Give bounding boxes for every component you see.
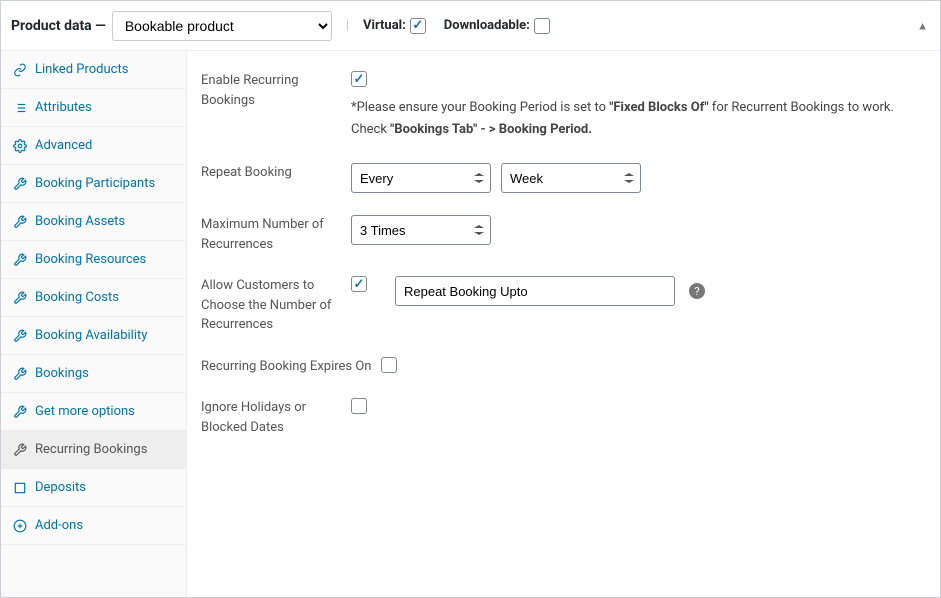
label-allow-choose: Allow Customers to Choose the Number of … [201, 276, 351, 335]
sidebar-item-booking-availability[interactable]: Booking Availability [1, 317, 186, 355]
sidebar-item-label: Booking Availability [35, 328, 147, 343]
panel-body: Linked Products Attributes Advanced Booking… [1, 51, 940, 597]
sidebar-item-label: Bookings [35, 366, 89, 381]
wrench-icon [13, 253, 27, 267]
sidebar-item-add-ons[interactable]: Add-ons [1, 507, 186, 545]
wrench-icon [13, 177, 27, 191]
row-allow-choose: Allow Customers to Choose the Number of … [201, 276, 926, 335]
sidebar-item-booking-costs[interactable]: Booking Costs [1, 279, 186, 317]
sidebar-item-label: Deposits [35, 480, 86, 495]
gear-icon [13, 139, 27, 153]
wrench-icon [13, 291, 27, 305]
ignore-holidays-checkbox[interactable] [351, 398, 367, 414]
sidebar: Linked Products Attributes Advanced Booking… [1, 51, 187, 597]
sidebar-item-attributes[interactable]: Attributes [1, 89, 186, 127]
wrench-icon [13, 405, 27, 419]
separator: | [346, 18, 349, 33]
label-repeat-booking: Repeat Booking [201, 163, 351, 183]
wrench-icon [13, 367, 27, 381]
sidebar-item-label: Booking Assets [35, 214, 125, 229]
row-repeat-booking: Repeat Booking Every Week [201, 163, 926, 193]
sidebar-item-recurring-bookings[interactable]: Recurring Bookings [1, 431, 186, 469]
panel-header: Product data — Bookable product | Virtua… [1, 1, 940, 51]
sidebar-item-bookings[interactable]: Bookings [1, 355, 186, 393]
label-enable-recurring: Enable Recurring Bookings [201, 71, 351, 110]
sidebar-item-label: Booking Costs [35, 290, 119, 305]
repeat-upto-input[interactable] [395, 276, 675, 306]
downloadable-checkbox[interactable] [534, 18, 550, 34]
sidebar-item-label: Attributes [35, 100, 92, 115]
row-ignore-holidays: Ignore Holidays or Blocked Dates [201, 398, 926, 437]
product-data-panel: Product data — Bookable product | Virtua… [0, 0, 941, 598]
label-max-recurrences: Maximum Number of Recurrences [201, 215, 351, 254]
wrench-icon [13, 443, 27, 457]
max-recurrences-select[interactable]: 3 Times [351, 215, 491, 245]
square-icon [13, 481, 27, 495]
main-content: Enable Recurring Bookings *Please ensure… [187, 51, 940, 597]
collapse-icon[interactable]: ▲ [917, 19, 928, 32]
label-expires-on: Recurring Booking Expires On [201, 357, 381, 377]
enable-recurring-note: *Please ensure your Booking Period is se… [351, 97, 911, 141]
panel-title: Product data — [11, 18, 106, 34]
wrench-icon [13, 215, 27, 229]
repeat-unit-select[interactable]: Week [501, 163, 641, 193]
virtual-checkbox[interactable] [410, 18, 426, 34]
sidebar-item-label: Booking Participants [35, 176, 155, 191]
repeat-frequency-select[interactable]: Every [351, 163, 491, 193]
row-expires-on: Recurring Booking Expires On [201, 357, 926, 377]
list-icon [13, 101, 27, 115]
product-type-select[interactable]: Bookable product [112, 11, 332, 41]
sidebar-item-advanced[interactable]: Advanced [1, 127, 186, 165]
sidebar-item-deposits[interactable]: Deposits [1, 469, 186, 507]
allow-choose-checkbox[interactable] [351, 276, 367, 292]
sidebar-item-linked-products[interactable]: Linked Products [1, 51, 186, 89]
label-ignore-holidays: Ignore Holidays or Blocked Dates [201, 398, 351, 437]
enable-recurring-checkbox[interactable] [351, 71, 367, 87]
downloadable-label: Downloadable: [444, 18, 530, 33]
sidebar-item-booking-resources[interactable]: Booking Resources [1, 241, 186, 279]
expires-on-checkbox[interactable] [381, 357, 397, 373]
sidebar-item-booking-participants[interactable]: Booking Participants [1, 165, 186, 203]
row-max-recurrences: Maximum Number of Recurrences 3 Times [201, 215, 926, 254]
sidebar-item-get-more-options[interactable]: Get more options [1, 393, 186, 431]
link-icon [13, 63, 27, 77]
wrench-icon [13, 329, 27, 343]
sidebar-item-label: Booking Resources [35, 252, 146, 267]
sidebar-item-booking-assets[interactable]: Booking Assets [1, 203, 186, 241]
sidebar-item-label: Add-ons [35, 518, 83, 533]
plus-icon [13, 519, 27, 533]
sidebar-item-label: Advanced [35, 138, 92, 153]
virtual-label: Virtual: [363, 18, 406, 33]
sidebar-item-label: Get more options [35, 404, 135, 419]
sidebar-item-label: Linked Products [35, 62, 128, 77]
row-enable-recurring: Enable Recurring Bookings *Please ensure… [201, 71, 926, 141]
help-icon[interactable]: ? [689, 283, 705, 299]
sidebar-item-label: Recurring Bookings [35, 442, 147, 457]
